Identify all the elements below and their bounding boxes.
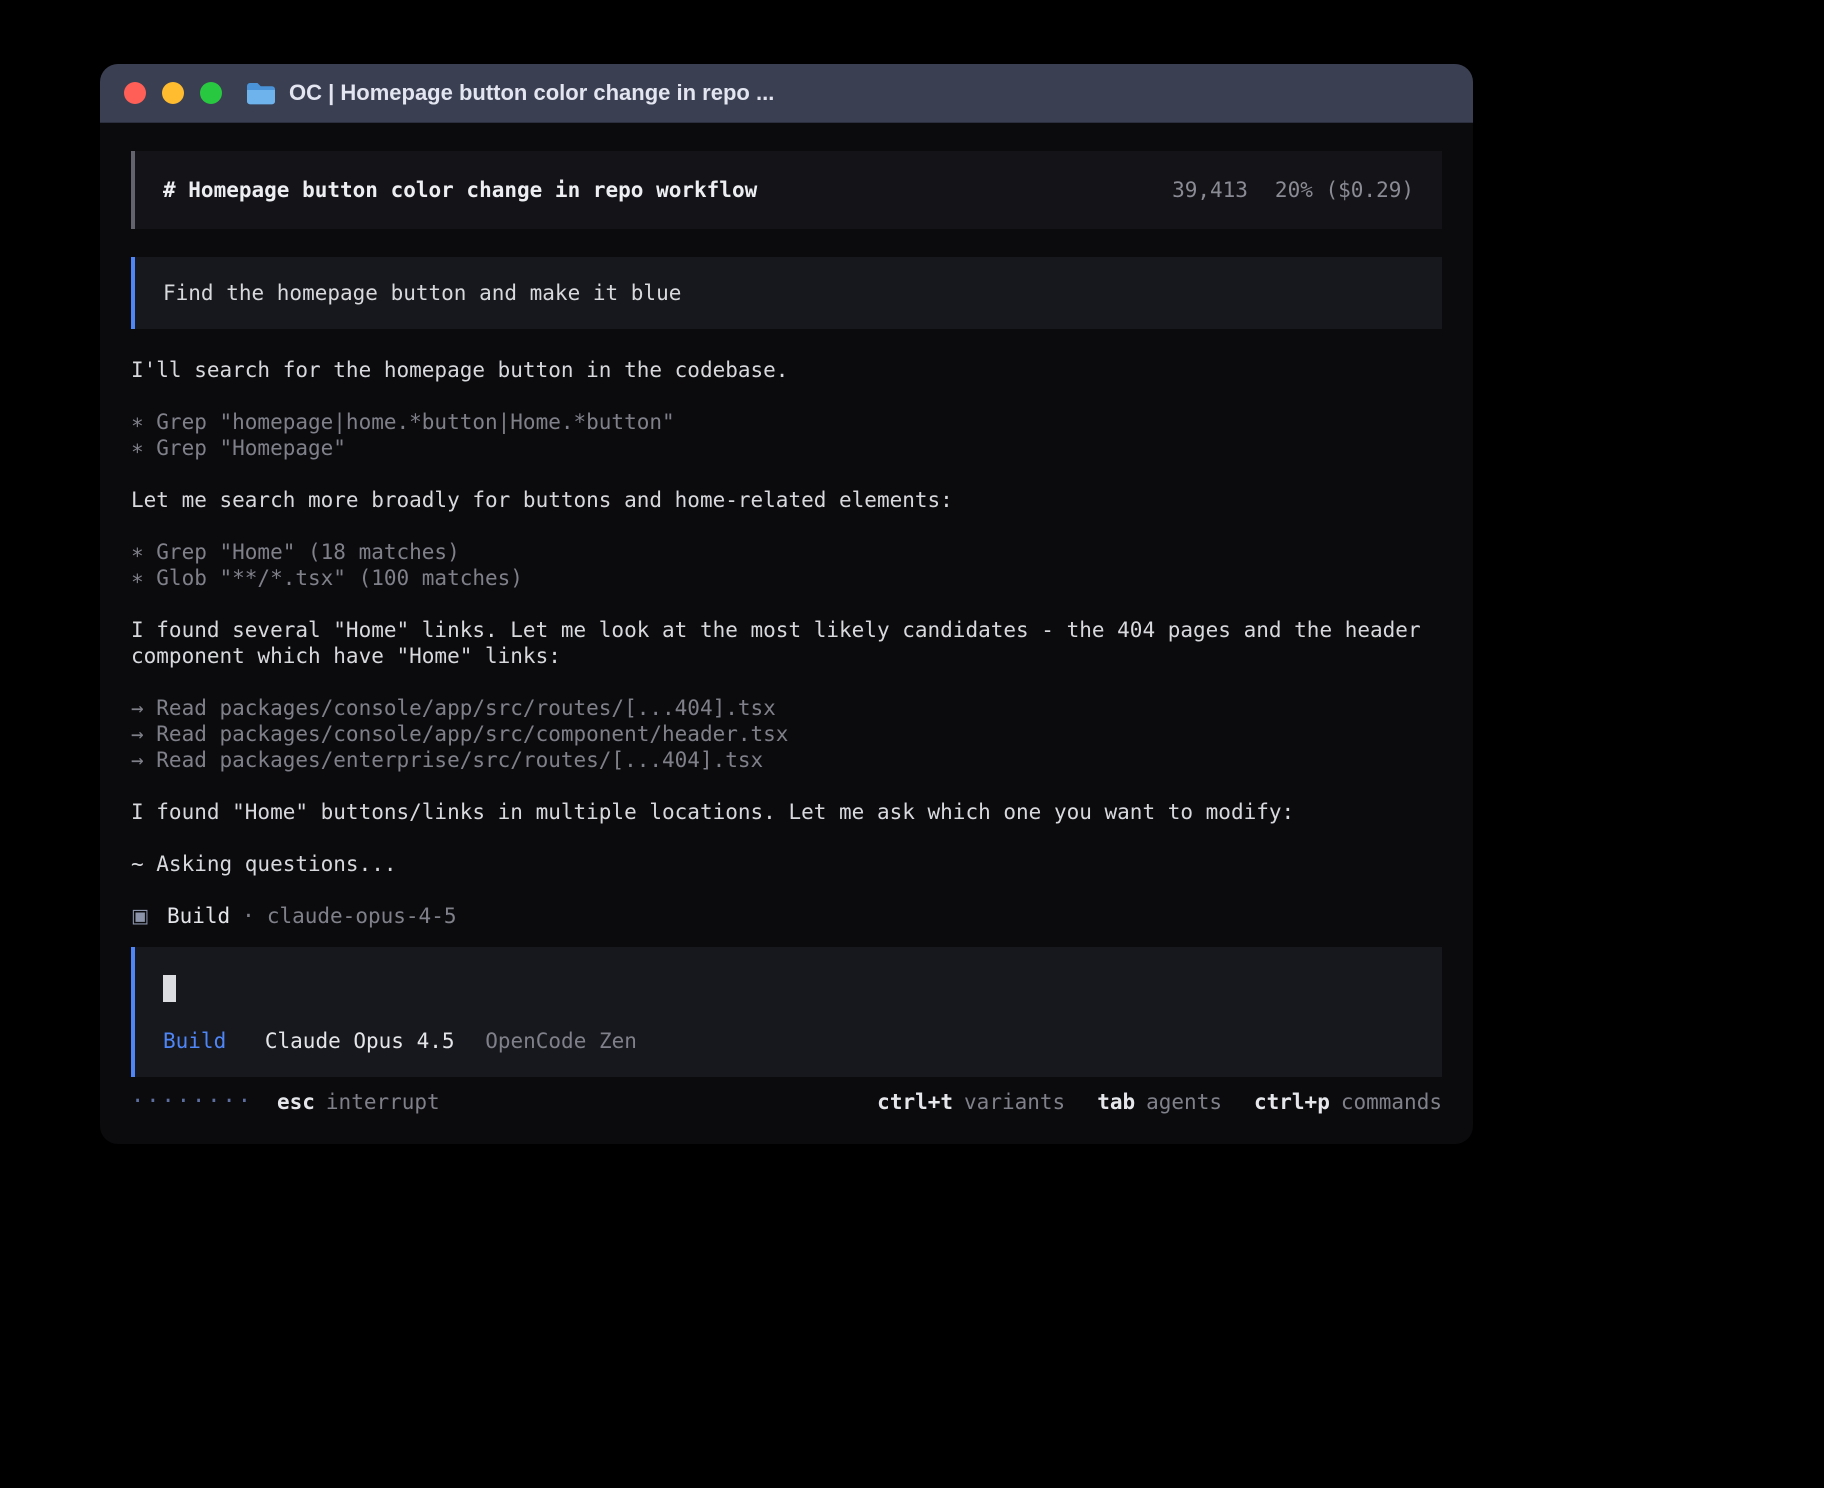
text-cursor [163,975,176,1002]
assistant-text-line: I'll search for the homepage button in t… [131,357,1442,383]
agent-status-icon: ▣ [131,903,149,929]
terminal-body: # Homepage button color change in repo w… [100,123,1473,1115]
session-stats: 39,413 20% ($0.29) [1172,177,1414,203]
status-bar-left: ········ esc interrupt [131,1089,440,1115]
shortcut-key: ctrl+t [877,1090,953,1114]
shortcut-label: agents [1146,1090,1222,1114]
assistant-paragraph: I'll search for the homepage button in t… [131,357,1442,383]
tool-call-group: ∗ Grep "homepage|home.*button|Home.*butt… [131,409,1442,461]
user-message-text: Find the homepage button and make it blu… [163,281,681,305]
window-controls [124,82,222,104]
assistant-text-line: Let me search more broadly for buttons a… [131,487,1442,513]
terminal-window: OC | Homepage button color change in rep… [100,64,1473,1144]
shortcut-key: ctrl+p [1254,1090,1330,1114]
status-bar: ········ esc interrupt ctrl+t variants tab… [131,1089,1442,1115]
tool-call-line: ∗ Glob "**/*.tsx" (100 matches) [131,565,1442,591]
assistant-paragraph: I found several "Home" links. Let me loo… [131,617,1442,669]
assistant-paragraph: I found "Home" buttons/links in multiple… [131,799,1442,825]
esc-key: esc [277,1089,315,1115]
shortcut-agents: tab agents [1097,1089,1222,1115]
desktop-background: OC | Homepage button color change in rep… [0,0,1824,1488]
session-header: # Homepage button color change in repo w… [131,151,1442,229]
assistant-paragraph: ~ Asking questions... [131,851,1442,877]
agent-name: Build [167,903,230,929]
context-usage: 20% ($0.29) [1275,177,1414,203]
progress-dots: ········ [131,1089,253,1115]
window-title: OC | Homepage button color change in rep… [289,80,774,106]
zoom-button[interactable] [200,82,222,104]
shortcut-variants: ctrl+t variants [877,1089,1065,1115]
assistant-text-line: I found "Home" buttons/links in multiple… [131,799,1442,825]
title-group: OC | Homepage button color change in rep… [246,80,774,106]
tool-call-group: ∗ Grep "Home" (18 matches)∗ Glob "**/*.t… [131,539,1442,591]
shortcut-label: variants [964,1090,1065,1114]
model-id: claude-opus-4-5 [267,903,457,929]
transcript: I'll search for the homepage button in t… [131,357,1442,877]
mode-label[interactable]: Build [163,1029,226,1053]
provider-label: OpenCode Zen [485,1029,637,1053]
prompt-input[interactable]: Build Claude Opus 4.5 OpenCode Zen [131,947,1442,1077]
input-line[interactable] [163,975,1414,1003]
tool-call-line: ∗ Grep "homepage|home.*button|Home.*butt… [131,409,1442,435]
user-message: Find the homepage button and make it blu… [131,257,1442,329]
assistant-text-line: I found several "Home" links. Let me loo… [131,617,1442,669]
tool-call-line: → Read packages/console/app/src/routes/[… [131,695,1442,721]
model-label[interactable]: Claude Opus 4.5 [265,1029,455,1053]
agent-status-line: ▣ Build · claude-opus-4-5 [131,903,1442,929]
session-title: # Homepage button color change in repo w… [163,177,757,203]
tool-call-line: ∗ Grep "Home" (18 matches) [131,539,1442,565]
shortcut-key: tab [1097,1090,1135,1114]
close-button[interactable] [124,82,146,104]
minimize-button[interactable] [162,82,184,104]
token-count: 39,413 [1172,177,1248,203]
tool-call-group: → Read packages/console/app/src/routes/[… [131,695,1442,773]
assistant-paragraph: Let me search more broadly for buttons a… [131,487,1442,513]
shortcut-commands: ctrl+p commands [1254,1089,1442,1115]
tool-call-line: ∗ Grep "Homepage" [131,435,1442,461]
input-meta: Build Claude Opus 4.5 OpenCode Zen [163,1028,1414,1054]
folder-icon [246,81,276,105]
assistant-text-line: ~ Asking questions... [131,851,1442,877]
status-separator: · [242,903,255,929]
esc-label: interrupt [326,1089,440,1115]
footer-shortcuts: ctrl+t variants tab agents ctrl+p commands [845,1089,1442,1115]
tool-call-line: → Read packages/console/app/src/componen… [131,721,1442,747]
shortcut-label: commands [1341,1090,1442,1114]
titlebar[interactable]: OC | Homepage button color change in rep… [100,64,1473,123]
tool-call-line: → Read packages/enterprise/src/routes/[.… [131,747,1442,773]
